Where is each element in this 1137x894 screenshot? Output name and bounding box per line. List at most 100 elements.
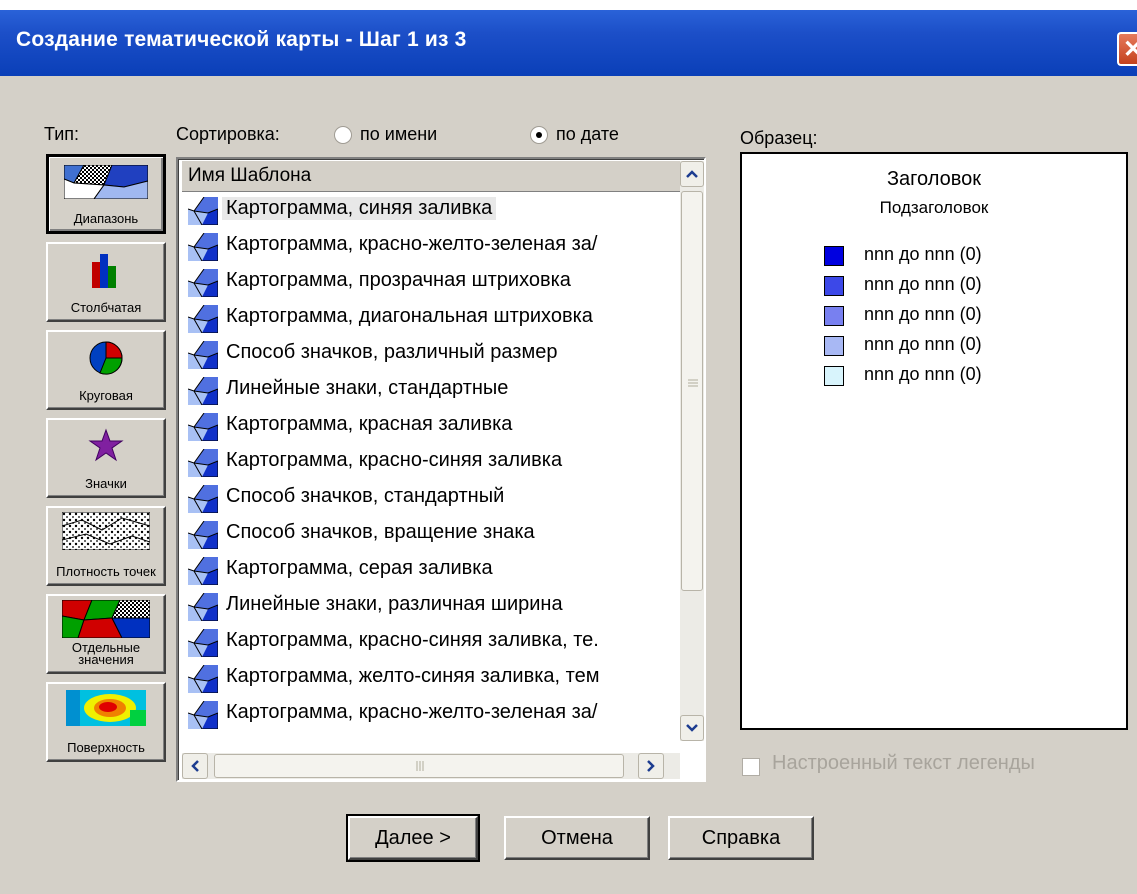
list-item[interactable]: Способ значков, стандартный [182, 481, 682, 517]
dot-density-icon [62, 512, 150, 550]
list-item[interactable]: Способ значков, различный размер [182, 337, 682, 373]
sort-by-name-label[interactable]: по имени [360, 124, 437, 145]
legend-text: nnn до nnn (0) [864, 364, 982, 384]
bar-chart-icon [92, 254, 116, 288]
list-item[interactable]: Картограмма, серая заливка [182, 553, 682, 589]
template-map-icon [188, 521, 218, 549]
sample-title: Заголовок [886, 168, 982, 190]
scroll-up-button[interactable] [680, 161, 704, 187]
horizontal-scrollbar[interactable] [182, 753, 680, 779]
list-item[interactable]: Картограмма, красно-синяя заливка [182, 445, 682, 481]
template-map-icon [188, 629, 218, 657]
type-label-range: Диапазонь [73, 211, 139, 226]
thematic-map-dialog: Создание тематической карты - Шаг 1 из 3… [0, 10, 1137, 894]
template-list[interactable]: Имя Шаблона Картограмма, синяя заливка Ка… [176, 157, 706, 782]
sample-preview: Заголовок Подзаголовок nnn до nnn (0) nnn… [740, 152, 1128, 730]
range-map-icon [64, 165, 148, 199]
dialog-body: Тип: Сортировка: по имени по дате Образе… [8, 76, 1129, 886]
chevron-up-icon [686, 170, 698, 178]
type-button-bar[interactable]: Столбчатая [46, 242, 166, 322]
window-title: Создание тематической карты - Шаг 1 из 3 [16, 28, 467, 51]
list-item[interactable]: Картограмма, красная заливка [182, 409, 682, 445]
vertical-scrollbar[interactable] [680, 161, 704, 741]
list-item[interactable]: Линейные знаки, стандартные [182, 373, 682, 409]
legend-text: nnn до nnn (0) [864, 244, 982, 264]
list-item-label: Картограмма, прозрачная штриховка [226, 269, 571, 291]
scroll-left-button[interactable] [182, 753, 208, 779]
custom-legend-label[interactable]: Настроенный текст легенды [772, 752, 1035, 775]
custom-legend-checkbox[interactable] [742, 758, 760, 776]
sort-label: Сортировка: [176, 124, 280, 144]
list-item[interactable]: Картограмма, красно-синяя заливка, те. [182, 625, 682, 661]
list-item[interactable]: Способ значков, вращение знака [182, 517, 682, 553]
template-list-header[interactable]: Имя Шаблона [182, 161, 680, 192]
list-item[interactable]: Картограмма, синяя заливка [182, 193, 682, 229]
type-button-symbols[interactable]: Значки [46, 418, 166, 498]
type-label-dot-density: Плотность точек [56, 564, 156, 579]
type-label-bar: Столбчатая [70, 300, 142, 315]
template-name-column: Имя Шаблона [188, 165, 312, 186]
list-item[interactable]: Линейные знаки, различная ширина [182, 589, 682, 625]
template-map-icon [188, 485, 218, 513]
list-item-label: Картограмма, желто-синяя заливка, тем [226, 665, 600, 687]
type-label-individual: Отдельные значения [71, 640, 141, 667]
legend-swatch [824, 306, 844, 326]
type-button-dot-density[interactable]: Плотность точек [46, 506, 166, 586]
list-item-label: Картограмма, красно-желто-зеленая за/ [226, 701, 598, 723]
legend-text: nnn до nnn (0) [864, 274, 982, 294]
list-item[interactable]: Картограмма, диагональная штриховка [182, 301, 682, 337]
cancel-button[interactable]: Отмена [504, 816, 650, 860]
list-item-label: Картограмма, диагональная штриховка [226, 305, 593, 327]
type-button-surface[interactable]: Поверхность [46, 682, 166, 762]
template-map-icon [188, 557, 218, 585]
legend-text: nnn до nnn (0) [864, 334, 982, 354]
sort-by-date-label[interactable]: по дате [556, 124, 619, 145]
title-bar[interactable]: Создание тематической карты - Шаг 1 из 3… [0, 10, 1137, 76]
list-item-label: Картограмма, красная заливка [226, 413, 513, 435]
template-map-icon [188, 233, 218, 261]
template-map-icon [188, 197, 218, 225]
legend-swatch [824, 336, 844, 356]
legend-swatch [824, 246, 844, 266]
scroll-right-button[interactable] [638, 753, 664, 779]
grip-icon [416, 761, 424, 771]
scroll-down-button[interactable] [680, 715, 704, 741]
list-item[interactable]: Картограмма, красно-желто-зеленая за/ [182, 229, 682, 265]
template-map-icon [188, 269, 218, 297]
list-item[interactable]: Картограмма, прозрачная штриховка [182, 265, 682, 301]
type-button-individual[interactable]: Отдельные значения [46, 594, 166, 674]
template-map-icon [188, 377, 218, 405]
sample-subtitle: Подзаголовок [879, 198, 989, 217]
help-button[interactable]: Справка [668, 816, 814, 860]
list-item-label: Картограмма, красно-синяя заливка, те. [226, 629, 599, 651]
list-item-label: Способ значков, стандартный [226, 485, 505, 507]
sort-by-name-radio[interactable] [334, 126, 352, 144]
list-item-label: Линейные знаки, стандартные [226, 377, 509, 399]
type-button-pie[interactable]: Круговая [46, 330, 166, 410]
template-map-icon [188, 449, 218, 477]
legend-text: nnn до nnn (0) [864, 304, 982, 324]
type-label: Тип: [44, 124, 80, 144]
list-item-label: Способ значков, различный размер [226, 341, 558, 363]
type-label-pie: Круговая [79, 388, 133, 403]
list-item-label: Способ значков, вращение знака [226, 521, 535, 543]
next-button[interactable]: Далее > [346, 814, 480, 862]
sort-by-date-radio[interactable] [530, 126, 548, 144]
template-map-icon [188, 701, 218, 729]
template-map-icon [188, 413, 218, 441]
vertical-scroll-thumb[interactable] [681, 191, 703, 591]
list-item-label: Картограмма, синяя заливка [222, 197, 497, 220]
type-button-range[interactable]: Диапазонь [46, 154, 166, 234]
horizontal-scroll-thumb[interactable] [214, 754, 624, 778]
legend-swatch [824, 366, 844, 386]
list-item[interactable]: Картограмма, красно-желто-зеленая за/ [182, 697, 682, 733]
template-map-icon [188, 665, 218, 693]
list-item[interactable]: Картограмма, желто-синяя заливка, тем [182, 661, 682, 697]
pie-chart-icon [89, 341, 123, 375]
list-item-label: Картограмма, серая заливка [226, 557, 493, 579]
close-icon[interactable]: ✕ [1117, 32, 1137, 66]
chevron-down-icon [686, 724, 698, 732]
list-item-label: Картограмма, красно-желто-зеленая за/ [226, 233, 598, 255]
chevron-right-icon [647, 760, 655, 772]
type-label-symbols: Значки [85, 476, 127, 491]
